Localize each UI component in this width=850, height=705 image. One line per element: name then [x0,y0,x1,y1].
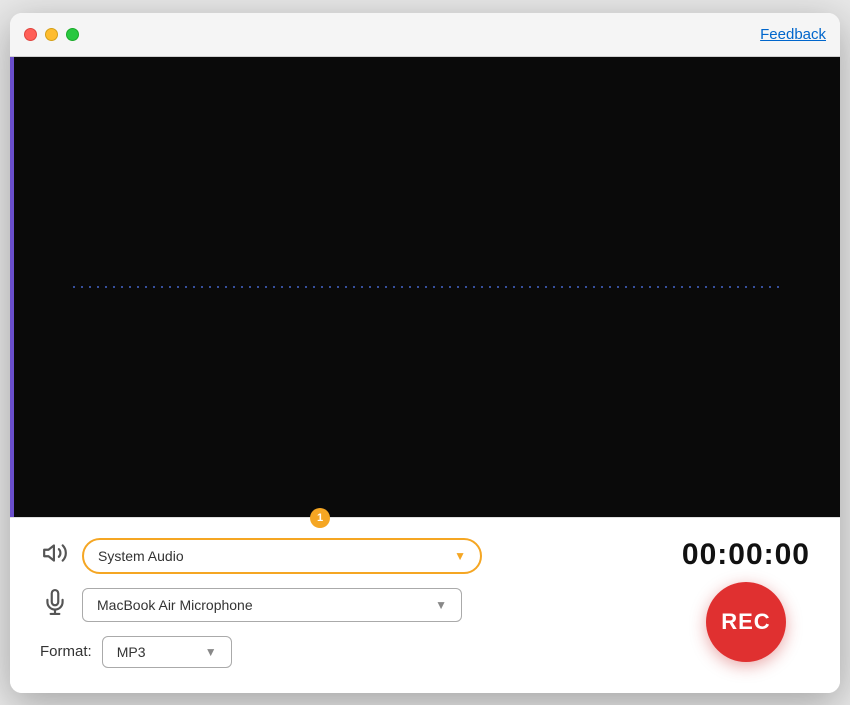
audio-row: System Audio ▼ [40,538,662,574]
rec-button[interactable]: REC [706,582,786,662]
format-dropdown-value: MP3 [117,644,146,660]
format-dropdown-arrow: ▼ [205,645,217,659]
format-label: Format: [40,643,92,660]
controls-left: System Audio ▼ MacBook Air Microphone [40,538,662,668]
app-window: Feedback 1 System Audio ▼ [10,13,840,693]
mic-icon [40,589,70,621]
format-row: Format: MP3 ▼ [40,636,662,668]
traffic-lights [24,28,79,41]
audio-dropdown[interactable]: System Audio ▼ [82,538,482,574]
left-accent [10,57,14,517]
feedback-link[interactable]: Feedback [760,26,826,43]
close-button[interactable] [24,28,37,41]
mic-dropdown[interactable]: MacBook Air Microphone ▼ [82,588,462,622]
speaker-icon [40,540,70,572]
minimize-button[interactable] [45,28,58,41]
mic-dropdown-value: MacBook Air Microphone [97,597,253,613]
video-area [10,57,840,517]
controls-right: 00:00:00 REC [682,538,810,662]
controls-bar: 1 System Audio ▼ [10,517,840,693]
audio-dropdown-value: System Audio [98,548,184,564]
mic-dropdown-arrow: ▼ [435,598,447,612]
audio-dropdown-arrow: ▼ [454,549,466,563]
maximize-button[interactable] [66,28,79,41]
mic-row: MacBook Air Microphone ▼ [40,588,662,622]
audio-badge: 1 [310,508,330,528]
titlebar: Feedback [10,13,840,57]
format-dropdown[interactable]: MP3 ▼ [102,636,232,668]
waveform-line [70,286,780,288]
timer-display: 00:00:00 [682,538,810,572]
